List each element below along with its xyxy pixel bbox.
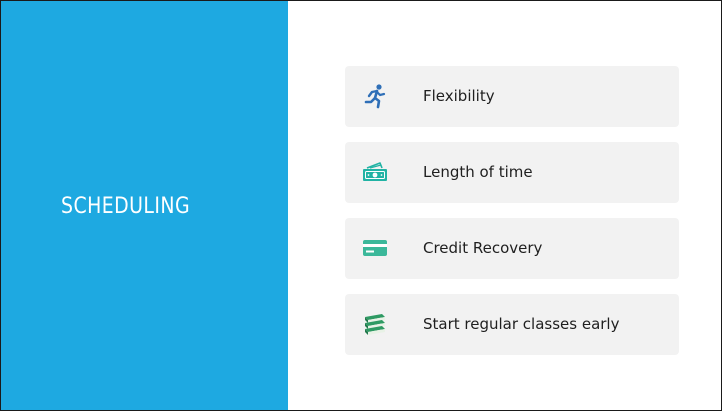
title-panel: SCHEDULING: [1, 1, 288, 410]
item-label: Length of time: [423, 163, 533, 181]
slide-title: SCHEDULING: [61, 194, 191, 219]
list-item-credit-recovery: Credit Recovery: [345, 218, 679, 279]
slide: SCHEDULING Flexibility Length of time Cr…: [0, 0, 722, 411]
credit-card-icon: [361, 232, 389, 264]
books-stack-icon: [361, 308, 389, 340]
item-label: Flexibility: [423, 87, 495, 105]
money-bills-icon: [361, 156, 389, 188]
item-list: Flexibility Length of time Credit Recove…: [345, 66, 679, 370]
item-label: Credit Recovery: [423, 239, 543, 257]
list-item-start-classes-early: Start regular classes early: [345, 294, 679, 355]
list-item-length-of-time: Length of time: [345, 142, 679, 203]
list-item-flexibility: Flexibility: [345, 66, 679, 127]
running-person-icon: [361, 80, 389, 112]
item-label: Start regular classes early: [423, 315, 620, 333]
